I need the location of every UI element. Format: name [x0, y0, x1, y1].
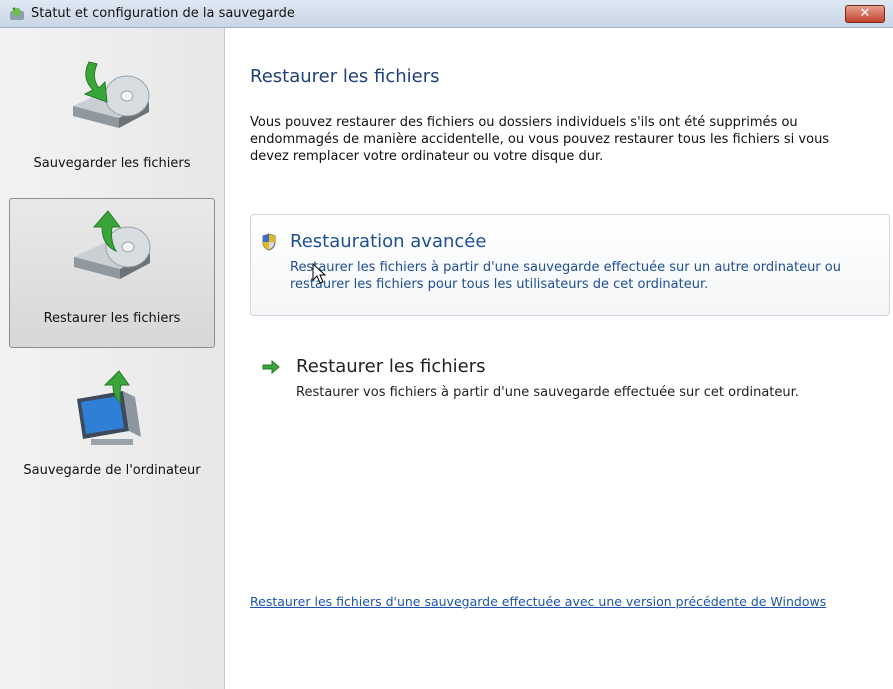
window-title: Statut et configuration de la sauvegarde: [31, 6, 295, 21]
sidebar-item-label: Restaurer les fichiers: [43, 311, 181, 326]
backup-app-icon: [10, 7, 24, 20]
option-description: Restaurer les fichiers à partir d'une sa…: [290, 260, 841, 292]
option-title[interactable]: Restauration avancée: [290, 231, 486, 252]
sidebar-item-label: Sauvegarde de l'ordinateur: [23, 463, 201, 478]
green-arrow-icon: [262, 360, 280, 374]
restore-files-option[interactable]: Restaurer les fichiers Restaurer vos fic…: [250, 348, 890, 408]
description-text: Vous pouvez restaurer des fichiers ou do…: [250, 115, 830, 164]
drive-restore-icon: [74, 210, 151, 279]
mouse-cursor-icon: [312, 263, 326, 284]
previous-windows-backup-link[interactable]: Restaurer les fichiers d'une sauvegarde …: [250, 594, 826, 609]
close-button[interactable]: ✕: [845, 5, 885, 23]
advanced-restore-option[interactable]: Restauration avancée Restaurer les fichi…: [250, 214, 890, 316]
drive-backup-icon: [73, 61, 150, 128]
sidebar-item-computer-backup[interactable]: Sauvegarde de l'ordinateur: [9, 363, 215, 513]
page-title: Restaurer les fichiers: [250, 66, 440, 87]
sidebar: Sauvegarder les fichiers Restaurer les f…: [0, 28, 225, 689]
sidebar-item-label: Sauvegarder les fichiers: [33, 156, 191, 171]
shield-icon: [262, 233, 276, 251]
option-description: Restaurer vos fichiers à partir d'une sa…: [296, 385, 799, 400]
computer-backup-icon: [77, 370, 141, 445]
sidebar-item-restore-files[interactable]: Restaurer les fichiers: [9, 198, 215, 348]
sidebar-item-backup-files[interactable]: Sauvegarder les fichiers: [9, 48, 215, 198]
option-title[interactable]: Restaurer les fichiers: [296, 356, 486, 377]
title-bar: Statut et configuration de la sauvegarde…: [0, 0, 893, 28]
